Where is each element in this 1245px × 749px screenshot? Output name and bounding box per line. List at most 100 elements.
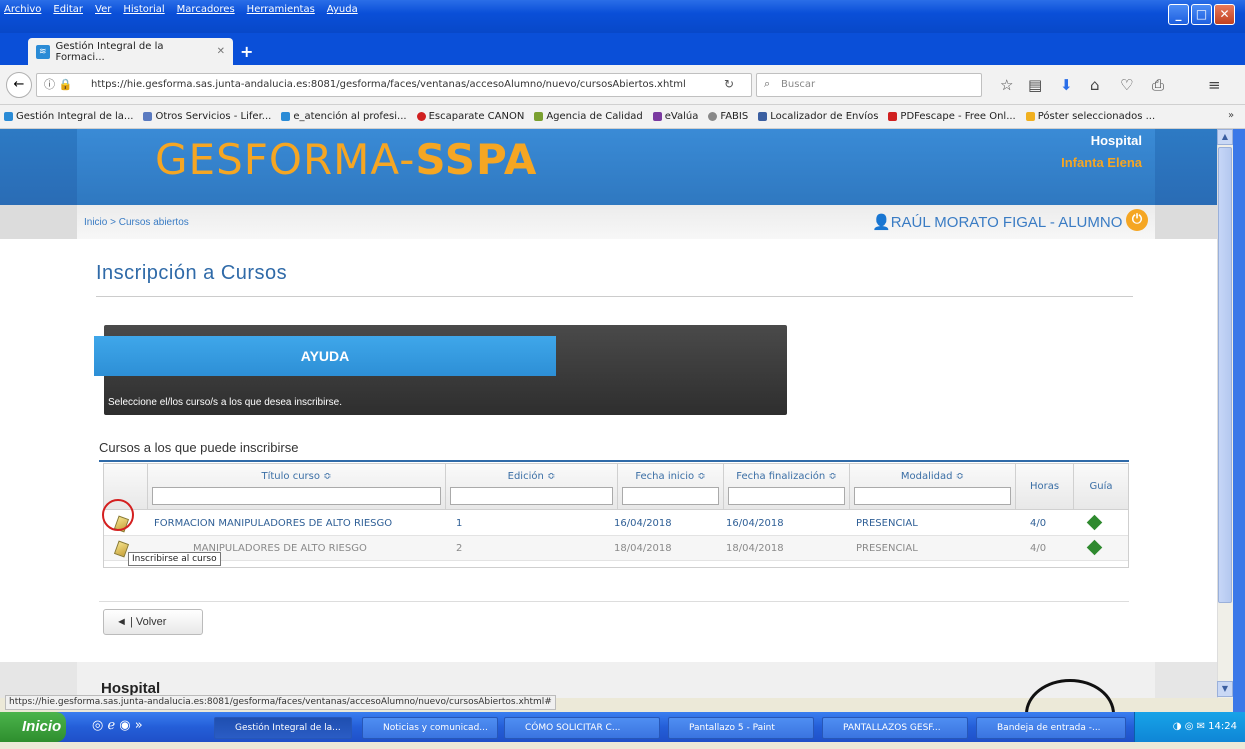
download-icon[interactable]: ⬇ (1060, 76, 1073, 94)
bookmark-item[interactable]: Agencia de Calidad (534, 111, 643, 122)
title-divider (96, 296, 1133, 297)
menu-ver[interactable]: Ver (95, 4, 111, 22)
new-tab-button[interactable]: + (240, 42, 253, 61)
page-title: Inscripción a Cursos (96, 262, 288, 284)
system-tray: ◑ ◎ ✉ 14:24 (1134, 712, 1245, 742)
highlight-circle (102, 499, 134, 531)
tray-icons[interactable]: ◑ ◎ ✉ (1173, 721, 1208, 732)
menu-marcadores[interactable]: Marcadores (177, 4, 235, 22)
browser-tab[interactable]: ≋ Gestión Integral de la Formaci... ✕ (28, 38, 233, 65)
arrow-left-icon: ◄ | (116, 616, 136, 628)
menu-hamburger-icon[interactable]: ≡ (1208, 76, 1221, 94)
filter-modalidad-input[interactable] (854, 487, 1011, 505)
filter-titulo-input[interactable] (152, 487, 441, 505)
col-edicion[interactable]: Edición ≎ (446, 464, 618, 510)
bookmarks-overflow-icon[interactable]: » (1228, 110, 1234, 121)
caption-rule (99, 460, 1129, 462)
user-icon: 👤 (872, 214, 891, 231)
breadcrumb[interactable]: Inicio > Cursos abiertos (84, 217, 189, 228)
taskbar-item[interactable]: CÓMO SOLICITAR C... (504, 717, 660, 739)
minimize-button[interactable]: _ (1168, 4, 1189, 25)
cell-edicion: 2 (456, 543, 463, 554)
footer-inner (77, 662, 1155, 698)
menu-archivo[interactable]: Archivo (4, 4, 41, 22)
wifi-favicon-icon: ≋ (36, 44, 50, 59)
bookmark-item[interactable]: Localizador de Envíos (758, 111, 878, 122)
user-name: 👤RAÚL MORATO FIGAL - ALUMNO (872, 214, 1123, 231)
enroll-pencil-icon[interactable] (113, 540, 130, 558)
bookmarks-bar: Gestión Integral de la... Otros Servicio… (0, 105, 1245, 129)
bookmark-item[interactable]: Póster seleccionados ... (1025, 111, 1155, 122)
help-title: AYUDA (94, 336, 556, 376)
menu-historial[interactable]: Historial (123, 4, 164, 22)
col-modalidad[interactable]: Modalidad ≎ (850, 464, 1016, 510)
cell-fin: 18/04/2018 (726, 543, 784, 554)
print-icon[interactable]: ⎙ (1152, 76, 1164, 94)
cell-modalidad: PRESENCIAL (856, 518, 918, 529)
pocket-icon[interactable]: ♡ (1120, 76, 1133, 94)
maximize-button[interactable]: □ (1191, 4, 1212, 25)
bookmark-item[interactable]: e_atención al profesi... (281, 111, 407, 122)
back-volver-button[interactable]: ◄ | Volver (103, 609, 203, 635)
close-window-button[interactable]: ✕ (1214, 4, 1235, 25)
status-bar-url: https://hie.gesforma.sas.junta-andalucia… (5, 695, 556, 710)
window-frame-right (1233, 129, 1245, 712)
guide-icon[interactable] (1086, 539, 1103, 556)
quicklaunch-icons[interactable]: ◎ ℯ ◉ » (92, 718, 143, 733)
back-button[interactable]: ← (6, 72, 32, 98)
start-button[interactable]: Inicio (0, 712, 66, 742)
scroll-down-icon[interactable]: ▼ (1217, 681, 1233, 697)
address-bar[interactable]: https://hie.gesforma.sas.junta-andalucia… (36, 73, 752, 97)
close-tab-icon[interactable]: ✕ (217, 46, 225, 57)
col-fin[interactable]: Fecha finalización ≎ (724, 464, 850, 510)
hospital-name: Infanta Elena (1061, 155, 1142, 170)
tab-title: Gestión Integral de la Formaci... (55, 40, 164, 63)
col-titulo[interactable]: Título curso ≎ (148, 464, 446, 510)
taskbar-item[interactable]: Noticias y comunicad... (362, 717, 498, 739)
cell-inicio: 16/04/2018 (614, 518, 672, 529)
site-info-icon[interactable]: ⓘ 🔒 (44, 76, 72, 92)
table-row: MANIPULADORES DE ALTO RIESGO 2 18/04/201… (104, 536, 1128, 561)
filter-fin-input[interactable] (728, 487, 845, 505)
bookmark-star-icon[interactable]: ☆ (1000, 76, 1013, 94)
scroll-thumb[interactable] (1218, 147, 1232, 603)
col-inicio[interactable]: Fecha inicio ≎ (618, 464, 724, 510)
reload-icon[interactable]: ↻ (724, 77, 734, 91)
taskbar-item[interactable]: PANTALLAZOS GESF... (822, 717, 968, 739)
menu-editar[interactable]: Editar (53, 4, 83, 22)
cell-modalidad: PRESENCIAL (856, 543, 918, 554)
gesforma-logo: GESFORMA-SSPA (155, 135, 538, 184)
taskbar-item[interactable]: Bandeja de entrada -... (976, 717, 1126, 739)
guide-icon[interactable] (1086, 514, 1103, 531)
cell-inicio: 18/04/2018 (614, 543, 672, 554)
filter-inicio-input[interactable] (622, 487, 719, 505)
search-icon: ⌕ (764, 77, 771, 90)
menu-ayuda[interactable]: Ayuda (327, 4, 358, 22)
taskbar-item[interactable]: Pantallazo 5 - Paint (668, 717, 814, 739)
scroll-up-icon[interactable]: ▲ (1217, 129, 1233, 145)
bookmark-item[interactable]: Otros Servicios - Lifer... (143, 111, 271, 122)
home-icon[interactable]: ⌂ (1090, 76, 1100, 94)
menu-bar: Archivo Editar Ver Historial Marcadores … (4, 4, 358, 22)
filter-edicion-input[interactable] (450, 487, 613, 505)
bookmark-item[interactable]: PDFescape - Free Onl... (888, 111, 1016, 122)
table-caption: Cursos a los que puede inscribirse (99, 440, 299, 455)
col-guia: Guía (1089, 481, 1113, 492)
bookmark-item[interactable]: eValúa (652, 111, 698, 122)
reading-list-icon[interactable]: ▤ (1028, 76, 1042, 94)
taskbar-item[interactable]: Gestión Integral de la... (214, 717, 352, 739)
courses-table: Título curso ≎ Edición ≎ Fecha inicio ≎ … (103, 463, 1129, 568)
col-horas: Horas (1016, 464, 1074, 510)
cell-horas: 4/0 (1030, 518, 1047, 529)
menu-herramientas[interactable]: Herramientas (247, 4, 315, 22)
logout-power-icon[interactable]: ⏻ (1126, 209, 1148, 231)
clock: 14:24 (1208, 721, 1237, 732)
table-row: FORMACION MANIPULADORES DE ALTO RIESGO 1… (104, 511, 1128, 536)
search-input[interactable]: Buscar (756, 73, 982, 97)
bookmark-item[interactable]: Gestión Integral de la... (4, 111, 133, 122)
tooltip: Inscribirse al curso (128, 552, 221, 566)
cell-fin: 16/04/2018 (726, 518, 784, 529)
cell-titulo[interactable]: FORMACION MANIPULADORES DE ALTO RIESGO (154, 511, 392, 536)
bookmark-item[interactable]: Escaparate CANON (416, 111, 524, 122)
bookmark-item[interactable]: FABIS (708, 111, 748, 122)
